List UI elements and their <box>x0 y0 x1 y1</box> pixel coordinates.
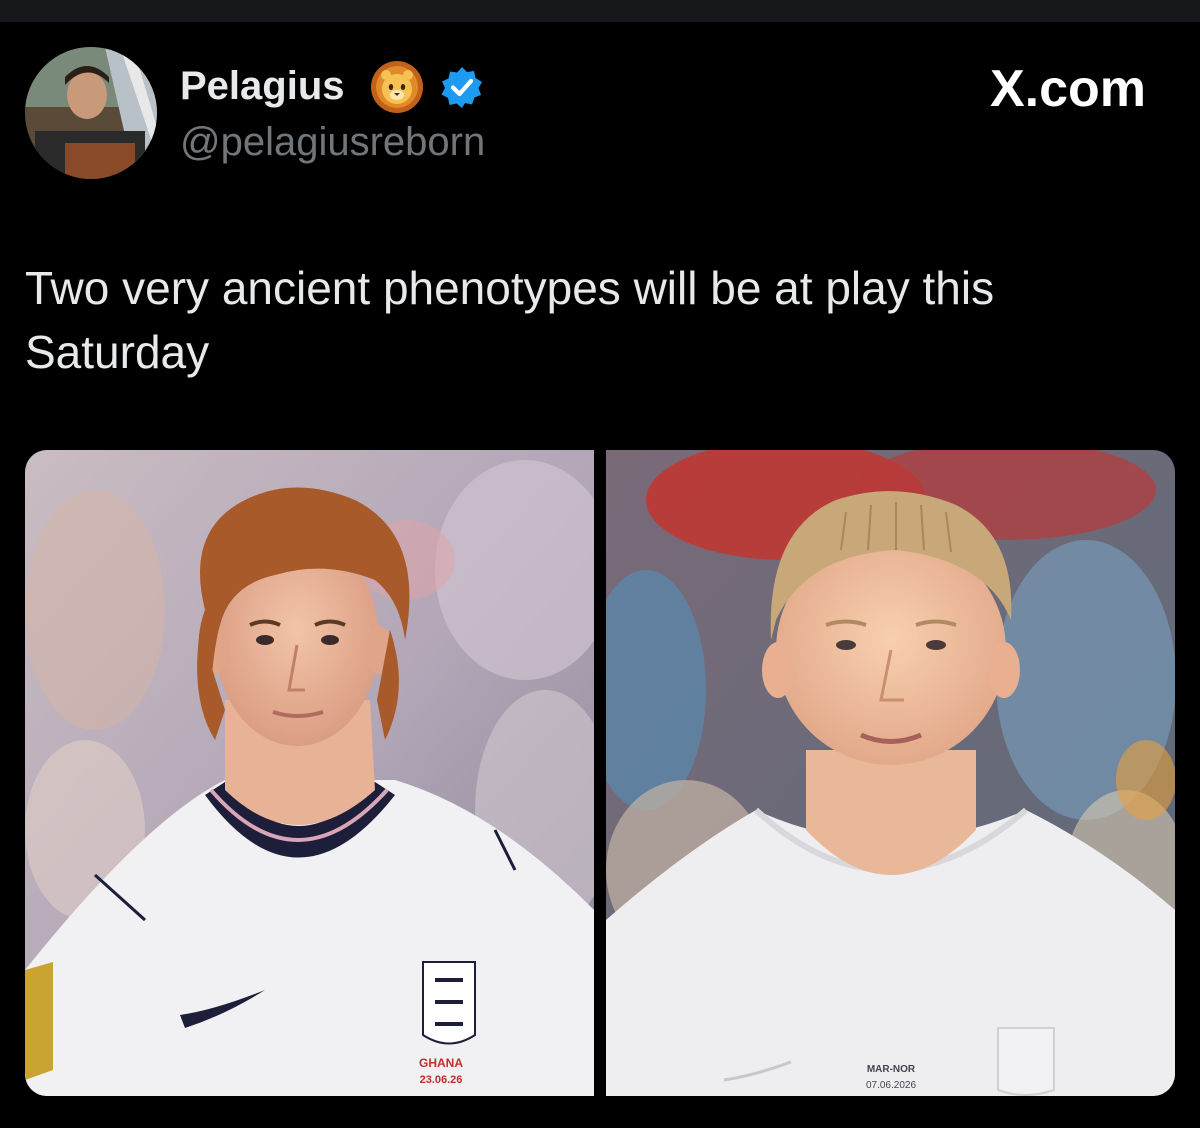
shirt-print-right-line2: 07.06.2026 <box>866 1080 916 1091</box>
author-display-name[interactable]: Pelagius <box>180 62 345 110</box>
shirt-print-left-line1: GHANA <box>419 1056 463 1070</box>
photo-right[interactable]: MAR-NOR 07.06.2026 <box>606 450 1175 1096</box>
shirt-print-left-line2: 23.06.26 <box>420 1074 463 1086</box>
shirt-print-right-line1: MAR-NOR <box>867 1064 916 1075</box>
lion-face-icon <box>371 61 423 113</box>
top-status-strip <box>0 0 1200 22</box>
photo-left[interactable]: GHANA 23.06.26 <box>25 450 594 1096</box>
avatar-photo <box>25 47 157 179</box>
tweet-text: Two very ancient phenotypes will be at p… <box>25 262 995 378</box>
media-grid[interactable]: GHANA 23.06.26 MAR-NOR 07.06.2026 <box>25 450 1175 1096</box>
avatar[interactable] <box>25 47 157 179</box>
player-photo-left: GHANA 23.06.26 <box>25 450 594 1096</box>
verified-badge-icon <box>441 67 482 108</box>
site-watermark: X.com <box>989 60 1146 118</box>
player-photo-right: MAR-NOR 07.06.2026 <box>606 450 1175 1096</box>
author-handle[interactable]: @pelagiusreborn <box>180 118 485 166</box>
